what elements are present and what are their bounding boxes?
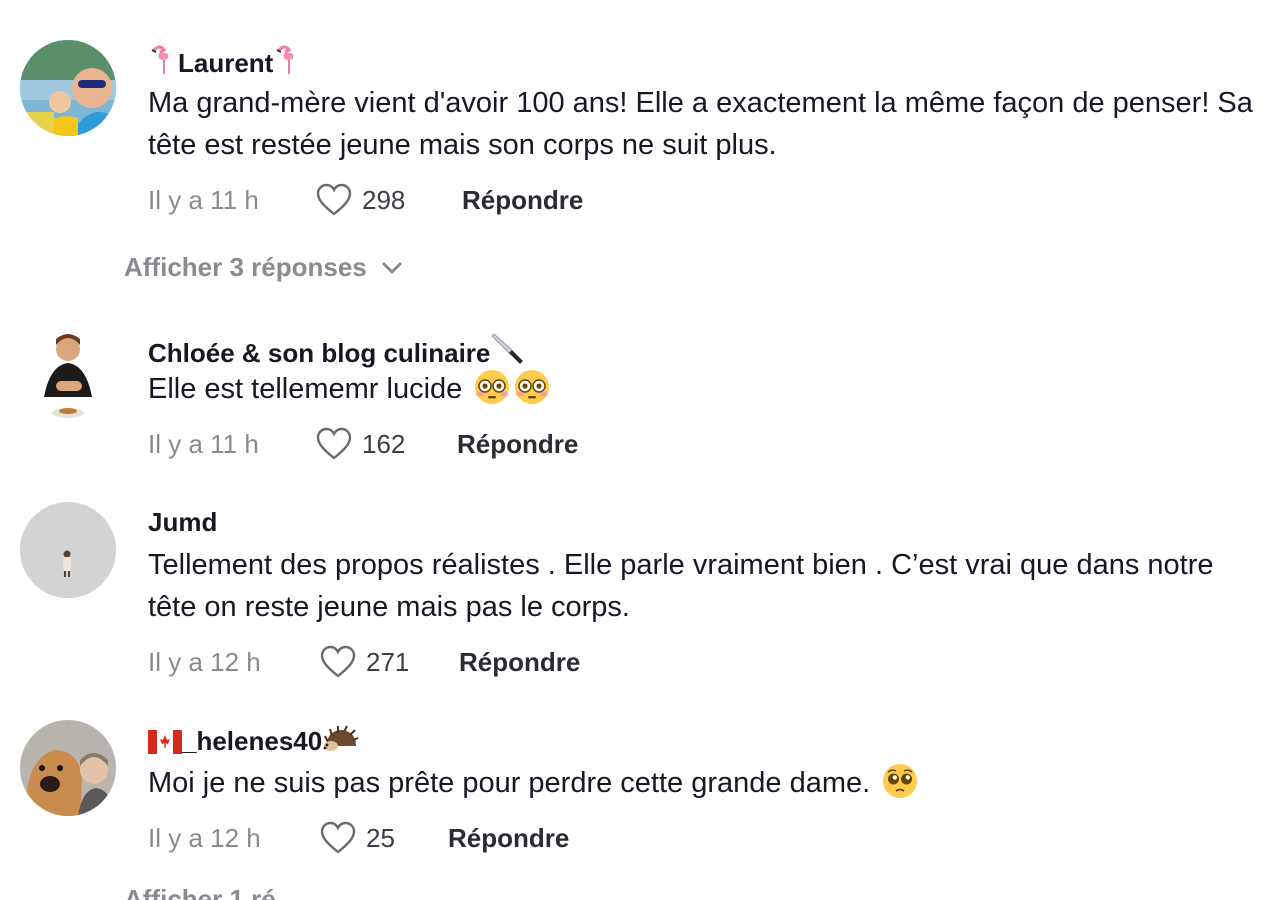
canada-flag-icon xyxy=(148,729,182,761)
reply-button[interactable]: Répondre xyxy=(459,647,580,678)
comment-username[interactable]: Jumd xyxy=(148,506,217,538)
heart-icon xyxy=(320,645,356,678)
flamingo-icon xyxy=(148,44,178,83)
avatar[interactable] xyxy=(20,40,116,136)
comments-list: Laurent Ma grand-mère vient d'avoir 100 … xyxy=(0,0,1274,900)
like-button[interactable]: 298 xyxy=(316,183,462,217)
pleading-face-icon xyxy=(882,763,918,799)
comment-username[interactable]: Laurent xyxy=(148,44,303,83)
comment-time: Il y a 12 h xyxy=(148,822,261,853)
comment-text: Elle est tellememr lucide xyxy=(148,368,1258,410)
like-count: 298 xyxy=(362,184,406,215)
comment-meta: Il y a 12 h 271 Répondre xyxy=(148,642,580,682)
avatar[interactable] xyxy=(20,502,116,598)
username-text: Chloée & son blog culinaire xyxy=(148,338,491,368)
hedgehog-icon xyxy=(322,724,360,761)
flushed-face-icon xyxy=(474,369,510,405)
avatar[interactable] xyxy=(20,720,116,816)
like-button[interactable]: 162 xyxy=(316,427,457,461)
username-text: Laurent xyxy=(178,48,274,78)
comment-text-content: Elle est tellememr lucide xyxy=(148,373,463,405)
like-button[interactable]: 271 xyxy=(320,645,459,679)
like-count: 25 xyxy=(366,822,395,853)
chevron-down-icon xyxy=(382,262,402,273)
reply-button[interactable]: Répondre xyxy=(457,429,578,460)
comment-text: Moi je ne suis pas prête pour perdre cet… xyxy=(148,762,1258,804)
comment-text: Ma grand-mère vient d'avoir 100 ans! Ell… xyxy=(148,87,1253,161)
comment-time: Il y a 11 h xyxy=(148,184,259,215)
reply-button[interactable]: Répondre xyxy=(448,823,569,854)
show-replies-button[interactable]: Afficher 1 ré xyxy=(124,884,276,900)
like-button[interactable]: 25 xyxy=(320,821,448,855)
comment-time: Il y a 11 h xyxy=(148,428,259,459)
show-replies-button[interactable]: Afficher 3 réponses xyxy=(124,252,403,283)
flushed-face-icon xyxy=(514,369,550,405)
avatar[interactable] xyxy=(20,327,116,423)
heart-icon xyxy=(316,427,352,460)
reply-button[interactable]: Répondre xyxy=(462,185,583,216)
show-replies-label: Afficher 1 ré xyxy=(124,884,276,900)
comment-meta: Il y a 11 h 298 Répondre xyxy=(148,180,583,220)
comment-meta: Il y a 11 h 162 Répondre xyxy=(148,424,578,464)
username-text: _helenes40 xyxy=(182,726,323,756)
show-replies-label: Afficher 3 réponses xyxy=(124,252,367,282)
flamingo-icon xyxy=(273,44,303,83)
knife-icon xyxy=(490,330,526,373)
like-count: 271 xyxy=(366,646,410,677)
like-count: 162 xyxy=(362,428,406,459)
heart-icon xyxy=(316,183,352,216)
comment-text-content: Moi je ne suis pas prête pour perdre cet… xyxy=(148,767,871,799)
comment-username[interactable]: Chloée & son blog culinaire xyxy=(148,330,526,373)
comment-meta: Il y a 12 h 25 Répondre xyxy=(148,818,569,858)
comment-username[interactable]: _helenes40 xyxy=(148,724,360,761)
comment-text: Tellement des propos réalistes . Elle pa… xyxy=(148,549,1214,623)
heart-icon xyxy=(320,821,356,854)
comment-time: Il y a 12 h xyxy=(148,646,261,677)
